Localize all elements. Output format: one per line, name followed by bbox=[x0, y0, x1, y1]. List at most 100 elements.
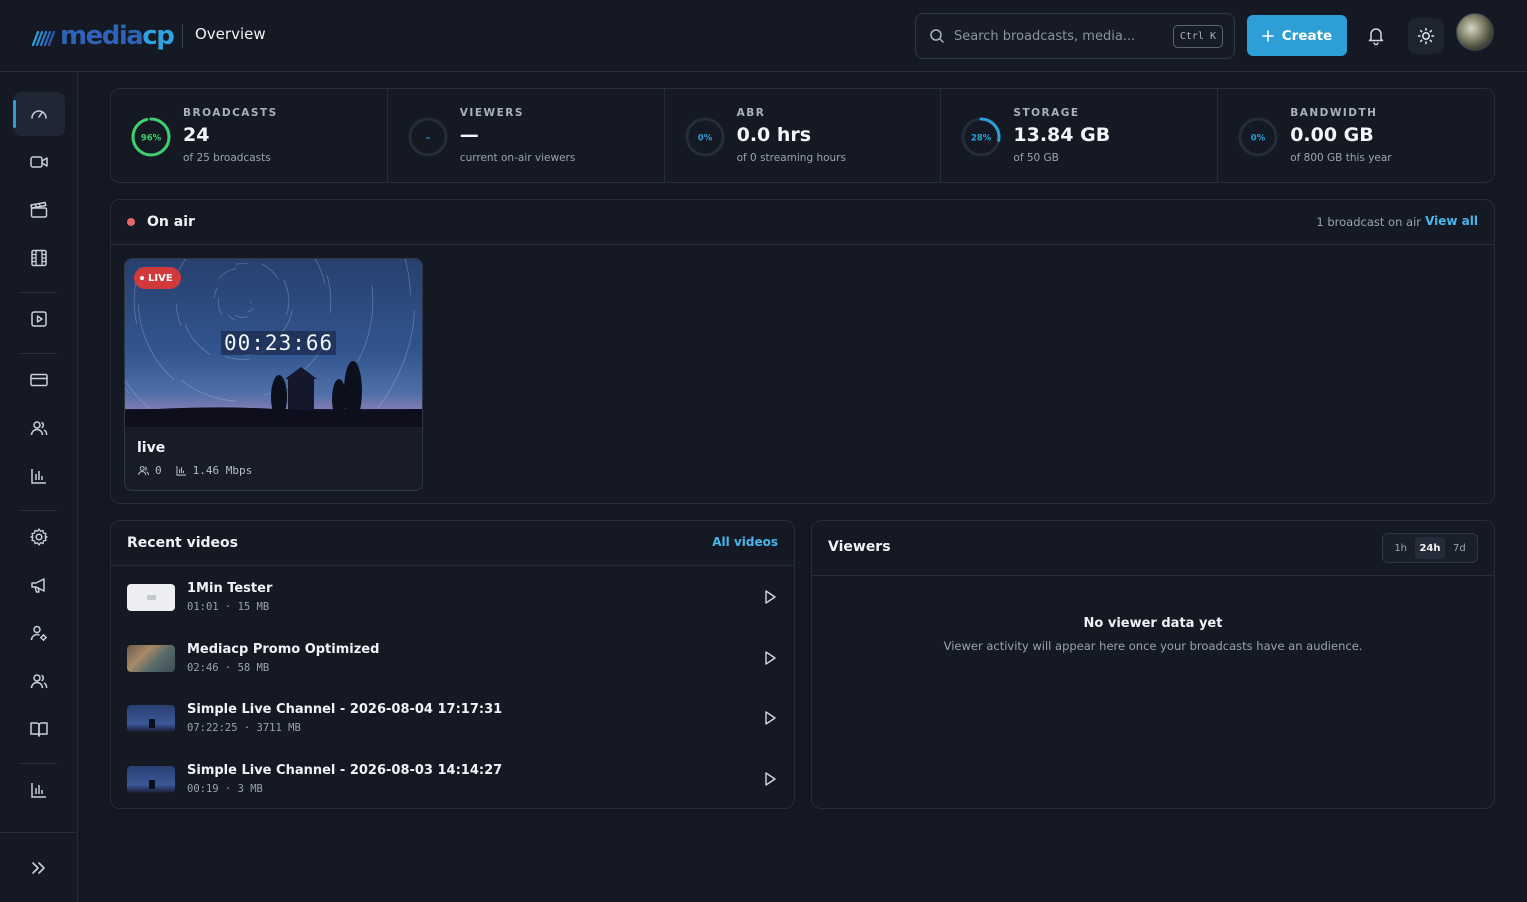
viewers-title: Viewers bbox=[828, 539, 891, 555]
bar-chart-icon bbox=[31, 783, 46, 798]
bitrate: 1.46 Mbps bbox=[192, 464, 253, 477]
video-title: Mediacp Promo Optimized bbox=[187, 642, 380, 657]
shortcut-hint: Ctrl K bbox=[1172, 25, 1223, 48]
video-thumbnail bbox=[127, 705, 175, 732]
stat-sub: of 25 broadcasts bbox=[183, 152, 271, 164]
viewers-header: Viewers 1h 24h 7d bbox=[812, 521, 1494, 576]
mediacp-logo[interactable]: mediacp bbox=[32, 20, 175, 52]
stat-viewers[interactable]: – VIEWERS — current on-air viewers bbox=[388, 89, 665, 182]
play-icon[interactable] bbox=[762, 589, 778, 605]
video-meta: 01:01 · 15 MB bbox=[187, 601, 270, 613]
video-row[interactable]: 1Min Tester 01:01 · 15 MB bbox=[111, 567, 794, 627]
sidebar-item-broadcasts[interactable] bbox=[13, 140, 65, 184]
all-videos-link[interactable]: All videos bbox=[712, 535, 778, 549]
video-meta: 02:46 · 58 MB bbox=[187, 662, 270, 674]
stream-timer: 00:23:66 bbox=[221, 331, 337, 355]
search-box[interactable]: Ctrl K bbox=[915, 13, 1235, 59]
sidebar-divider bbox=[20, 510, 57, 511]
sun-icon bbox=[1417, 27, 1435, 45]
bell-icon[interactable] bbox=[1366, 25, 1386, 45]
on-air-count: 1 broadcast on air bbox=[1316, 215, 1421, 229]
sidebar-item-analytics[interactable] bbox=[13, 454, 65, 498]
stat-value: 0.00 GB bbox=[1290, 124, 1374, 146]
broadcast-name: live bbox=[137, 440, 166, 456]
empty-state-text: Viewer activity will appear here once yo… bbox=[943, 639, 1363, 653]
bar-chart-icon bbox=[31, 469, 46, 484]
sidebar-item-users[interactable] bbox=[13, 406, 65, 450]
video-row[interactable]: Mediacp Promo Optimized 02:46 · 58 MB bbox=[111, 628, 794, 688]
recent-videos-title: Recent videos bbox=[127, 535, 238, 551]
stat-sub: current on-air viewers bbox=[459, 152, 576, 164]
stat-ring: 96% bbox=[131, 117, 171, 157]
sidebar-item-billing[interactable] bbox=[13, 358, 65, 402]
recent-videos-panel: Recent videos All videos 1Min Tester 01:… bbox=[110, 520, 795, 809]
stat-label: ABR bbox=[736, 107, 766, 119]
sidebar-item-user-settings[interactable] bbox=[13, 611, 65, 655]
stat-storage[interactable]: 28% STORAGE 13.84 GB of 50 GB bbox=[941, 89, 1219, 182]
user-cog-icon bbox=[30, 625, 47, 641]
avatar[interactable] bbox=[1456, 13, 1494, 51]
video-row[interactable]: Simple Live Channel - 2026-08-03 14:14:2… bbox=[111, 749, 794, 809]
sidebar-item-media[interactable] bbox=[13, 236, 65, 280]
stat-sub: of 0 streaming hours bbox=[736, 152, 846, 164]
stat-label: VIEWERS bbox=[459, 107, 524, 119]
range-7d-button[interactable]: 7d bbox=[1445, 537, 1474, 559]
on-air-panel: On air 1 broadcast on air View all LIVE … bbox=[110, 199, 1495, 504]
broadcast-meta: 0 1.46 Mbps bbox=[137, 464, 252, 477]
create-button[interactable]: Create bbox=[1247, 15, 1347, 56]
live-badge-label: LIVE bbox=[148, 272, 173, 284]
on-air-header: On air 1 broadcast on air View all bbox=[111, 200, 1494, 245]
stat-label: STORAGE bbox=[1013, 107, 1080, 119]
time-range-toggle: 1h 24h 7d bbox=[1382, 533, 1478, 563]
users-icon bbox=[30, 674, 48, 689]
sidebar-item-team[interactable] bbox=[13, 659, 65, 703]
recent-videos-header: Recent videos All videos bbox=[111, 521, 794, 566]
sidebar-item-docs[interactable] bbox=[13, 707, 65, 751]
stat-value: 13.84 GB bbox=[1013, 124, 1111, 146]
sidebar-divider bbox=[20, 353, 57, 354]
play-icon[interactable] bbox=[762, 710, 778, 726]
sidebar-item-player[interactable] bbox=[13, 297, 65, 341]
stat-ring-label: 0% bbox=[1251, 134, 1266, 144]
credit-card-icon bbox=[30, 373, 48, 387]
stat-broadcasts[interactable]: 96% BROADCASTS 24 of 25 broadcasts bbox=[111, 89, 388, 182]
sidebar-item-announcements[interactable] bbox=[13, 563, 65, 607]
live-dot-icon bbox=[127, 218, 135, 226]
video-row[interactable]: Simple Live Channel - 2026-08-04 17:17:3… bbox=[111, 688, 794, 748]
range-1h-button[interactable]: 1h bbox=[1386, 537, 1415, 559]
empty-state-title: No viewer data yet bbox=[1083, 616, 1223, 631]
play-icon[interactable] bbox=[762, 650, 778, 666]
play-icon[interactable] bbox=[762, 771, 778, 787]
video-meta: 00:19 · 3 MB bbox=[187, 783, 263, 795]
logo-text: mediacp bbox=[60, 21, 175, 51]
stat-sub: of 50 GB bbox=[1013, 152, 1059, 164]
stat-ring-label: – bbox=[426, 134, 430, 144]
stat-bandwidth[interactable]: 0% BANDWIDTH 0.00 GB of 800 GB this year bbox=[1218, 89, 1494, 182]
stat-value: — bbox=[459, 124, 479, 146]
live-broadcast-card[interactable]: LIVE 00:23:66 live 0 1.46 Mbps bbox=[124, 258, 423, 491]
video-thumbnail bbox=[127, 584, 175, 611]
users-icon bbox=[138, 466, 149, 476]
range-24h-button[interactable]: 24h bbox=[1415, 537, 1445, 559]
clapperboard-icon bbox=[30, 201, 48, 218]
stat-abr[interactable]: 0% ABR 0.0 hrs of 0 streaming hours bbox=[665, 89, 942, 182]
sidebar-item-reports[interactable] bbox=[13, 768, 65, 812]
live-badge: LIVE bbox=[134, 267, 181, 289]
stat-label: BROADCASTS bbox=[183, 107, 278, 119]
theme-toggle-button[interactable] bbox=[1408, 18, 1444, 54]
play-square-icon bbox=[31, 311, 47, 327]
sidebar-divider bbox=[0, 832, 78, 833]
view-all-link[interactable]: View all bbox=[1425, 214, 1478, 228]
film-icon bbox=[31, 249, 47, 267]
search-input[interactable] bbox=[954, 26, 1174, 46]
bar-chart-icon bbox=[176, 465, 186, 476]
sidebar-item-dashboard[interactable] bbox=[13, 92, 65, 136]
sidebar-item-settings[interactable] bbox=[13, 515, 65, 559]
stat-ring: 0% bbox=[1238, 117, 1278, 157]
chevrons-right-icon[interactable] bbox=[28, 858, 48, 878]
sidebar-divider bbox=[20, 763, 57, 764]
page-title: Overview bbox=[195, 25, 266, 43]
viewer-count: 0 bbox=[155, 464, 162, 477]
sidebar-item-productions[interactable] bbox=[13, 188, 65, 232]
stats-bar: 96% BROADCASTS 24 of 25 broadcasts – VIE… bbox=[110, 88, 1495, 183]
